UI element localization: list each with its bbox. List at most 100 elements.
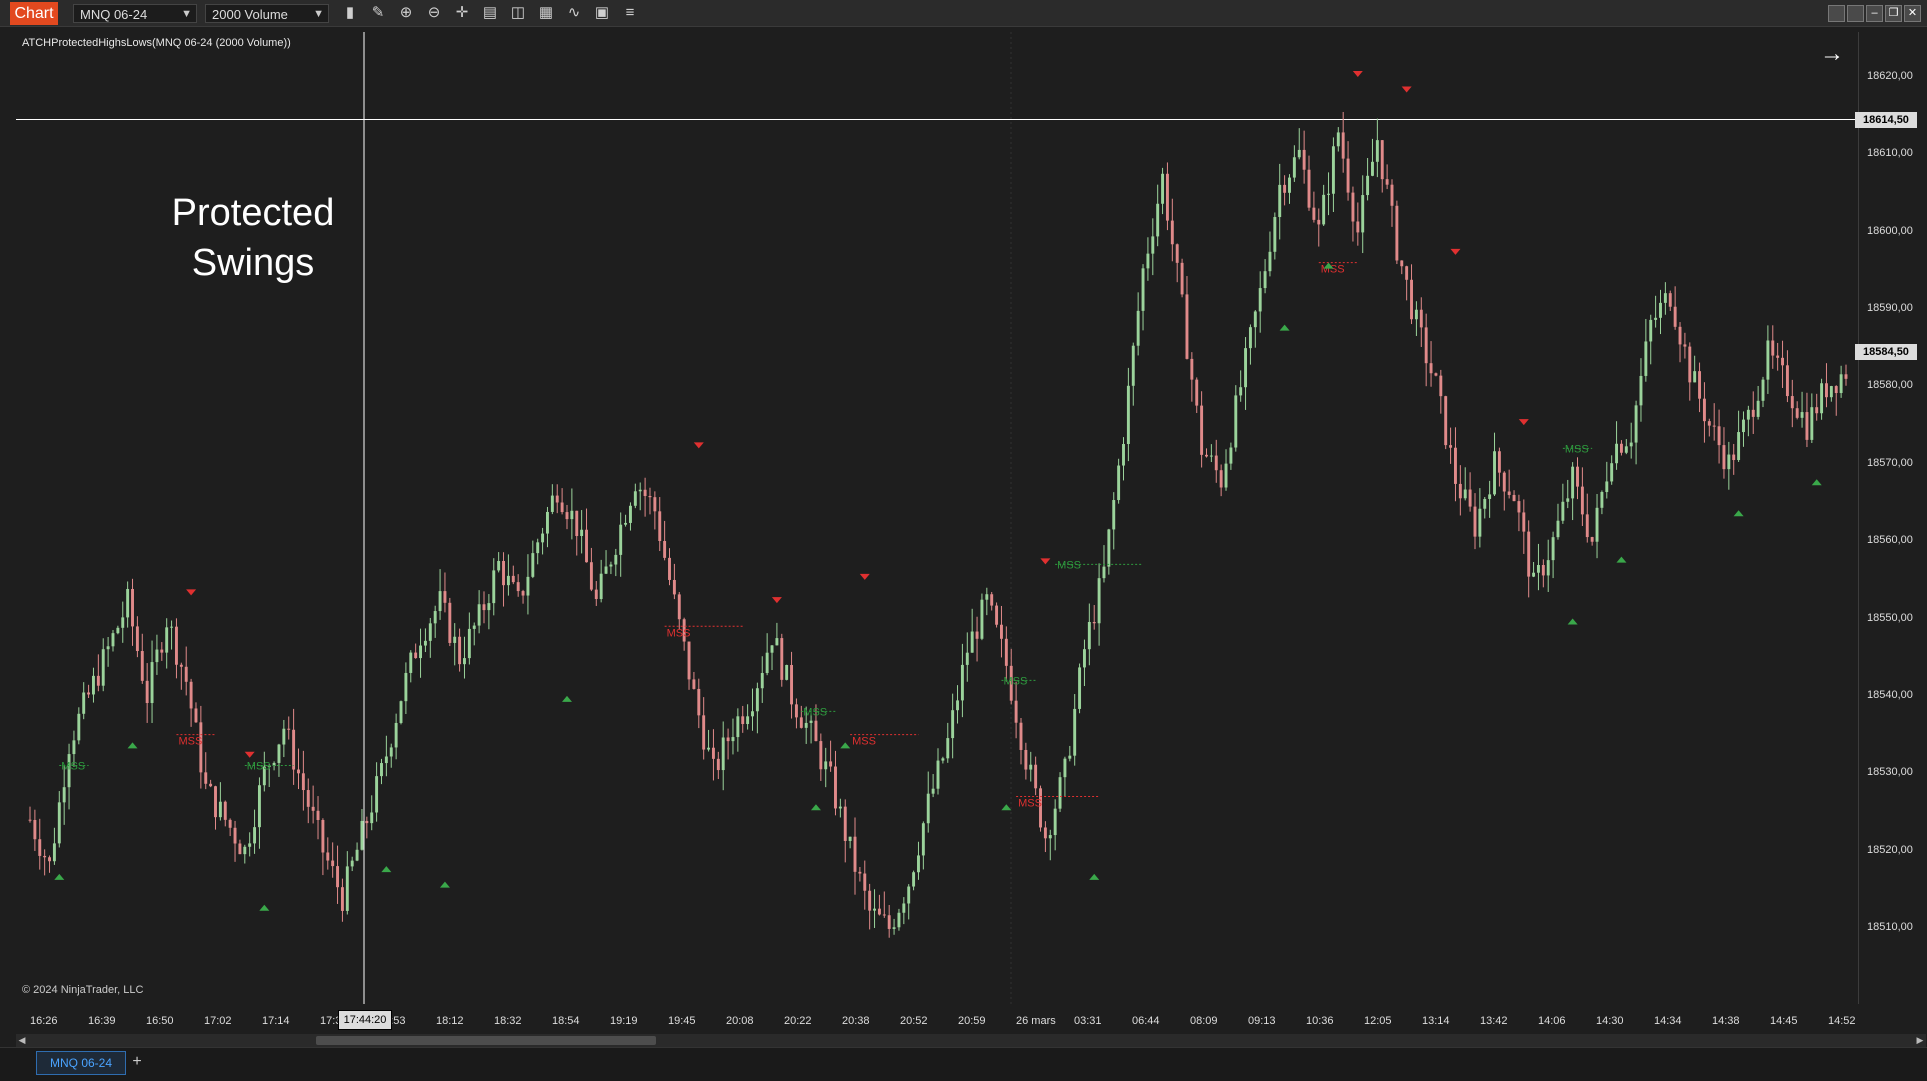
candle-body xyxy=(604,566,608,574)
time-axis[interactable]: 16:2616:3916:5017:0217:1417:3317:5318:12… xyxy=(16,1006,1858,1032)
candle-body xyxy=(287,728,291,730)
time-tick-label: 16:26 xyxy=(30,1015,58,1027)
candle-body xyxy=(546,511,549,534)
candle-body xyxy=(1590,537,1594,542)
candle-body xyxy=(868,890,872,911)
tile-icon[interactable] xyxy=(1828,5,1845,22)
candle-body xyxy=(653,497,657,512)
candle-body xyxy=(1610,463,1614,482)
candle-body xyxy=(414,652,418,659)
zoom-out-icon[interactable]: ⊖ xyxy=(425,3,443,23)
price-tick-label: 18530,00 xyxy=(1867,766,1913,779)
add-tab-icon[interactable]: + xyxy=(128,1051,146,1073)
candle-body xyxy=(1244,348,1248,388)
strategies-icon[interactable]: ▣ xyxy=(593,3,611,23)
candle-body xyxy=(336,866,340,888)
candle-body xyxy=(1839,374,1843,394)
tile-icon[interactable] xyxy=(1847,5,1864,22)
bars-icon[interactable]: ▮ xyxy=(341,3,359,23)
horizontal-scrollbar[interactable]: ◀ ▶ xyxy=(16,1034,1926,1047)
candlestick-chart[interactable]: MSS MSS MSS MSS MSS MSS MSS MSS MSS MSS MSS xyxy=(16,32,1858,1004)
candle-body xyxy=(1327,193,1330,195)
candle-body xyxy=(1654,317,1658,320)
template-icon[interactable]: ▦ xyxy=(537,3,555,23)
candle-body xyxy=(794,704,798,718)
indicator-label: ATCHProtectedHighsLows(MNQ 06-24 (2000 V… xyxy=(22,37,291,49)
candle-body xyxy=(526,576,530,596)
candle-body xyxy=(970,631,974,653)
candle-body xyxy=(882,914,886,916)
candle-body xyxy=(428,623,432,641)
candle-body xyxy=(243,846,247,855)
candle-body xyxy=(467,628,471,659)
bar-type-selector[interactable]: 2000 Volume ▼ xyxy=(205,4,329,23)
time-tick-label: 20:38 xyxy=(842,1015,870,1027)
swing-low-marker xyxy=(259,904,270,911)
candle-body xyxy=(1317,219,1321,225)
scroll-thumb[interactable] xyxy=(316,1036,656,1045)
instrument-tab[interactable]: MNQ 06-24 xyxy=(36,1051,126,1075)
candle-body xyxy=(87,692,91,695)
candle-body xyxy=(1805,412,1809,440)
candle-body xyxy=(1771,340,1775,356)
candle-body xyxy=(521,591,525,596)
zoom-in-icon[interactable]: ⊕ xyxy=(397,3,415,23)
arrow-right-icon[interactable]: → xyxy=(1820,40,1844,68)
candle-body xyxy=(609,564,613,567)
pencil-icon[interactable]: ✎ xyxy=(369,3,387,23)
candle-body xyxy=(1356,221,1360,233)
candle-body xyxy=(1678,326,1682,345)
candle-body xyxy=(1820,383,1824,414)
candle-body xyxy=(1288,177,1291,193)
candle-body xyxy=(1834,386,1838,394)
candle-body xyxy=(912,872,916,887)
candle-body xyxy=(463,658,466,665)
candle-body xyxy=(1473,506,1477,537)
properties-icon[interactable]: ▤ xyxy=(481,3,499,23)
candle-body xyxy=(1639,375,1643,406)
time-tick-label: 20:52 xyxy=(900,1015,928,1027)
candle-body xyxy=(1673,306,1677,327)
candle-body xyxy=(355,849,359,861)
candle-body xyxy=(1468,489,1472,507)
candle-body xyxy=(52,843,56,862)
swing-low-marker xyxy=(54,873,65,880)
data-box-icon[interactable]: ◫ xyxy=(509,3,527,23)
candle-body xyxy=(1278,184,1282,218)
scroll-right-icon[interactable]: ▶ xyxy=(1914,1034,1926,1047)
candle-body xyxy=(1000,624,1003,639)
candle-body xyxy=(1761,379,1765,401)
swing-low-marker xyxy=(1811,479,1822,486)
candle-body xyxy=(1429,363,1433,374)
crosshair-icon[interactable]: ✛ xyxy=(453,3,471,23)
candle-body xyxy=(1185,294,1189,359)
candle-body xyxy=(1458,483,1462,499)
close-icon[interactable]: ✕ xyxy=(1904,5,1921,22)
candle-body xyxy=(1019,722,1023,750)
candle-body xyxy=(311,806,315,811)
candle-body xyxy=(643,489,647,496)
price-axis[interactable]: 18620,00 18610,00 18600,00 18590,00 18580,00… xyxy=(1859,32,1927,1004)
minimize-icon[interactable]: – xyxy=(1866,5,1883,22)
candle-body xyxy=(165,627,169,653)
scroll-left-icon[interactable]: ◀ xyxy=(16,1034,28,1047)
candle-body xyxy=(306,790,310,807)
candle-body xyxy=(1444,396,1448,446)
time-tick-label: 17:14 xyxy=(262,1015,290,1027)
candle-body xyxy=(1248,327,1252,349)
time-tick-label: 06:44 xyxy=(1132,1015,1160,1027)
last-price-tag: 18584,50 xyxy=(1855,343,1917,360)
restore-icon[interactable]: ❐ xyxy=(1885,5,1902,22)
candle-body xyxy=(931,788,935,794)
candle-body xyxy=(1551,537,1555,561)
instrument-value: MNQ 06-24 xyxy=(80,7,148,22)
chart-tab[interactable]: Chart xyxy=(10,2,58,25)
candle-body xyxy=(897,912,901,928)
candle-body xyxy=(1092,621,1096,624)
candle-body xyxy=(1727,454,1731,470)
instrument-selector[interactable]: MNQ 06-24 ▼ xyxy=(73,4,197,23)
list-icon[interactable]: ≡ xyxy=(621,3,639,23)
chart-plot-area[interactable]: MSS MSS MSS MSS MSS MSS MSS MSS MSS MSS MSS xyxy=(16,32,1859,1004)
swing-low-marker xyxy=(1089,873,1100,880)
indicators-icon[interactable]: ∿ xyxy=(565,3,583,23)
